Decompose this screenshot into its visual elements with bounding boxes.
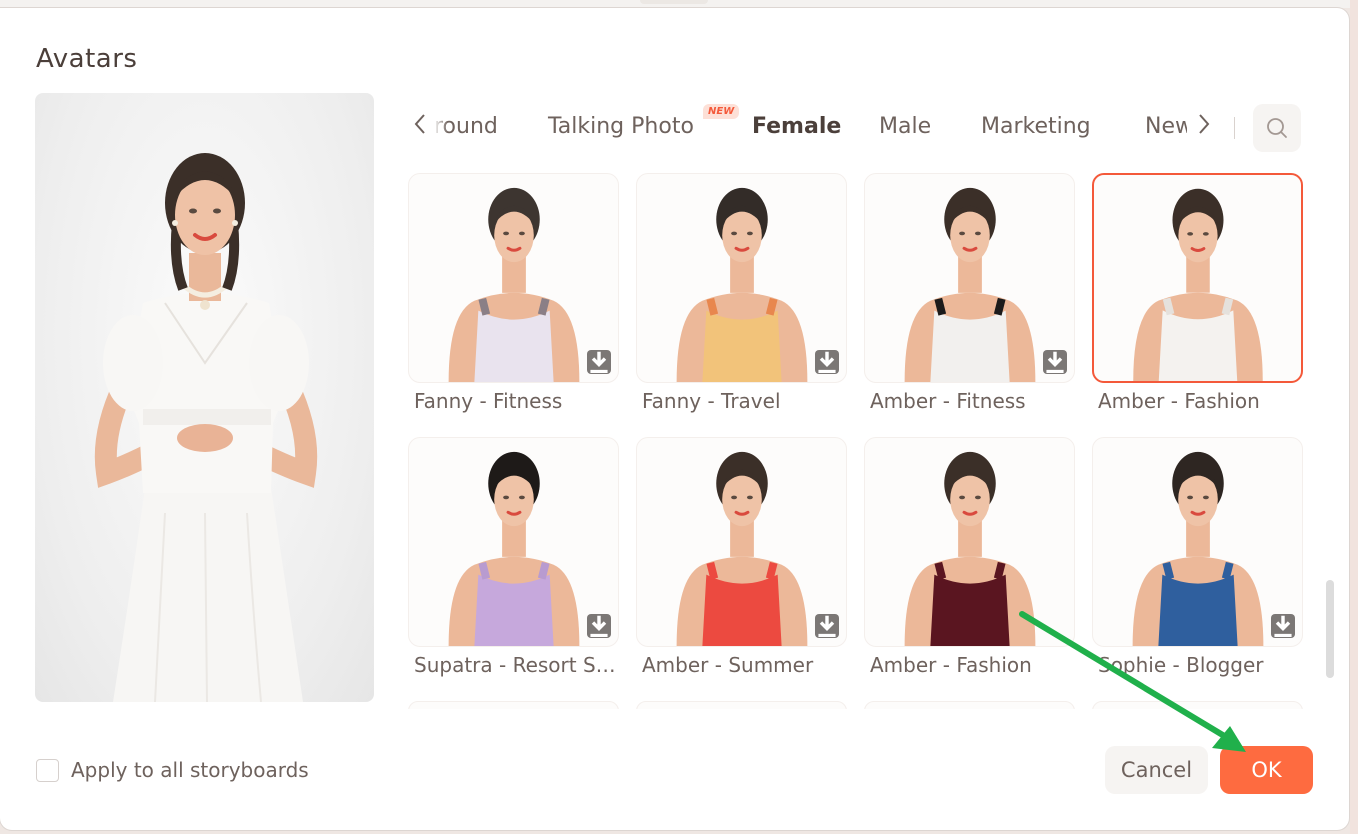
download-icon	[818, 615, 836, 637]
new-badge: NEW	[703, 104, 740, 119]
download-icon	[1274, 615, 1292, 637]
tabs-divider	[1234, 117, 1235, 139]
download-icon	[1046, 351, 1064, 373]
chevron-left-icon	[414, 114, 425, 134]
download-button[interactable]	[815, 614, 839, 638]
avatar-thumbnail[interactable]	[864, 701, 1075, 709]
avatar-name: Amber - Fashion	[1098, 389, 1260, 413]
avatar-card[interactable]: Amber - Fitness	[864, 173, 1075, 414]
download-button[interactable]	[1271, 614, 1295, 638]
tab-background[interactable]: round	[434, 112, 498, 142]
dialog-title: Avatars	[36, 44, 138, 74]
tab-marketing[interactable]: Marketing	[981, 112, 1091, 142]
avatar-card-partial[interactable]	[408, 701, 619, 709]
avatar-card[interactable]: Sophie - Blogger	[1092, 437, 1303, 678]
avatar-name: Amber - Fitness	[870, 389, 1026, 413]
avatar-thumbnail[interactable]	[636, 437, 847, 647]
ok-button[interactable]: OK	[1220, 746, 1313, 794]
avatar-thumbnail[interactable]	[408, 701, 619, 709]
avatar-card[interactable]: Supatra - Resort Style	[408, 437, 619, 678]
avatar-card-partial[interactable]	[636, 701, 847, 709]
avatar-thumbnail[interactable]	[408, 437, 619, 647]
avatar-thumbnail[interactable]	[864, 173, 1075, 383]
background-handle	[640, 0, 708, 4]
avatar-card-partial[interactable]	[864, 701, 1075, 709]
avatar-card[interactable]: Amber - Fashion	[864, 437, 1075, 678]
download-icon	[590, 615, 608, 637]
download-button[interactable]	[587, 614, 611, 638]
tab-female[interactable]: Female	[752, 112, 841, 142]
avatar-card[interactable]: Fanny - Fitness	[408, 173, 619, 414]
preview-avatar-figure	[94, 153, 318, 702]
search-button[interactable]	[1253, 104, 1301, 152]
apply-all-label[interactable]: Apply to all storyboards	[71, 756, 309, 784]
tab-new[interactable]: New	[1145, 112, 1187, 142]
avatar-thumbnail[interactable]	[636, 701, 847, 709]
avatar-name: Amber - Summer	[642, 653, 814, 677]
avatar-card[interactable]: Fanny - Travel	[636, 173, 847, 414]
avatar-card[interactable]: Amber - Summer	[636, 437, 847, 678]
avatar-name: Amber - Fashion	[870, 653, 1032, 677]
download-icon	[590, 351, 608, 373]
avatar-preview	[35, 93, 374, 702]
tabs-next-button[interactable]	[1194, 110, 1214, 138]
avatar-thumbnail[interactable]	[636, 173, 847, 383]
cancel-button[interactable]: Cancel	[1105, 746, 1208, 794]
background-window-top	[0, 0, 1358, 8]
avatar-thumbnail[interactable]	[864, 437, 1075, 647]
tab-male[interactable]: Male	[879, 112, 931, 142]
download-button[interactable]	[815, 350, 839, 374]
avatar-card-partial[interactable]	[1092, 701, 1303, 709]
download-button[interactable]	[587, 350, 611, 374]
avatar-thumbnail-figure	[1133, 188, 1263, 381]
avatar-name: Fanny - Fitness	[414, 389, 563, 413]
avatar-thumbnail[interactable]	[1092, 437, 1303, 647]
grid-scrollbar[interactable]	[1326, 580, 1334, 678]
avatar-name: Fanny - Travel	[642, 389, 781, 413]
avatar-thumbnail[interactable]	[1092, 173, 1303, 383]
avatar-grid: Fanny - Fitness Fanny - Travel Amber - Fit…	[408, 165, 1318, 709]
chevron-right-icon	[1199, 114, 1210, 134]
apply-all-checkbox[interactable]	[36, 759, 59, 782]
background-window-edge	[1350, 0, 1358, 834]
download-icon	[818, 351, 836, 373]
search-icon	[1267, 118, 1287, 138]
tabs-prev-button[interactable]	[410, 110, 430, 138]
avatar-name: Supatra - Resort Style	[414, 653, 619, 677]
tab-talking-photo[interactable]: Talking Photo	[548, 112, 694, 142]
avatar-thumbnail[interactable]	[1092, 701, 1303, 709]
avatar-thumbnail[interactable]	[408, 173, 619, 383]
download-button[interactable]	[1043, 350, 1067, 374]
avatar-name: Sophie - Blogger	[1098, 653, 1264, 677]
avatar-thumbnail-figure	[904, 451, 1036, 646]
avatar-card[interactable]: Amber - Fashion	[1092, 173, 1303, 414]
